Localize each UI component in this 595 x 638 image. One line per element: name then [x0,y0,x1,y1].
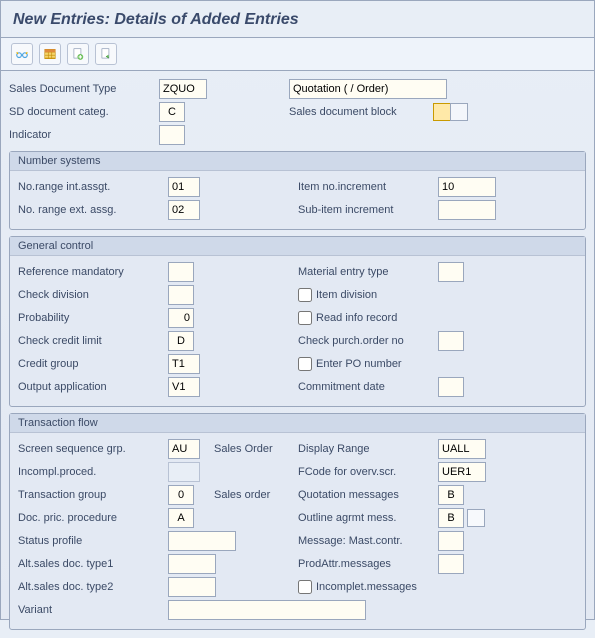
prodattr-field[interactable] [438,554,464,574]
alt2-field[interactable] [168,577,216,597]
trans-group-desc: Sales order [214,489,270,501]
enter-po-label: Enter PO number [316,358,402,370]
check-po-field[interactable] [438,331,464,351]
item-no-inc-label: Item no.increment [298,181,438,193]
doc-pric-field[interactable] [168,508,194,528]
panel-general-control-title: General control [10,237,585,256]
screen-seq-desc: Sales Order [214,443,273,455]
variant-field[interactable] [168,600,366,620]
incompl-proc-label: Incompl.proced. [18,466,168,478]
toolbar-btn-table[interactable] [39,43,61,65]
sales-doc-type-field[interactable] [159,79,207,99]
sales-doc-type-desc-field[interactable] [289,79,447,99]
msg-mastcontr-field[interactable] [438,531,464,551]
sd-doc-categ-field[interactable] [159,102,185,122]
material-entry-label: Material entry type [298,266,438,278]
output-app-label: Output application [18,381,168,393]
check-po-label: Check purch.order no [298,335,438,347]
quot-msg-label: Quotation messages [298,489,438,501]
fcode-field[interactable] [438,462,486,482]
material-entry-field[interactable] [438,262,464,282]
ref-mandatory-label: Reference mandatory [18,266,168,278]
fcode-label: FCode for overv.scr. [298,466,438,478]
incomplet-msg-checkbox[interactable]: Incomplet.messages [298,580,417,594]
f4-icon [433,103,451,121]
indicator-label: Indicator [9,129,159,141]
outline-msg-label: Outline agrmt mess. [298,512,438,524]
check-credit-label: Check credit limit [18,335,168,347]
enter-po-input[interactable] [298,357,312,371]
check-credit-field[interactable] [168,331,194,351]
no-range-int-field[interactable] [168,177,200,197]
doc-pric-label: Doc. pric. procedure [18,512,168,524]
item-no-inc-field[interactable] [438,177,496,197]
check-division-field[interactable] [168,285,194,305]
sales-doc-type-label: Sales Document Type [9,83,159,95]
panel-number-systems-title: Number systems [10,152,585,171]
sub-item-inc-field[interactable] [438,200,496,220]
content-area: Sales Document Type SD document categ. S… [1,71,594,638]
indicator-field[interactable] [159,125,185,145]
sd-doc-categ-label: SD document categ. [9,106,159,118]
table-icon [43,47,57,61]
incomplet-msg-label: Incomplet.messages [316,581,417,593]
incompl-proc-field [168,462,200,482]
toolbar [1,37,594,71]
ref-mandatory-field[interactable] [168,262,194,282]
msg-mastcontr-label: Message: Mast.contr. [298,535,438,547]
probability-field[interactable] [168,308,194,328]
outline-msg-aux-button[interactable] [467,509,485,527]
commit-date-field[interactable] [438,377,464,397]
alt1-label: Alt.sales doc. type1 [18,558,168,570]
page-plus-icon [71,47,85,61]
read-info-rec-checkbox[interactable]: Read info record [298,311,397,325]
item-division-label: Item division [316,289,377,301]
enter-po-checkbox[interactable]: Enter PO number [298,357,402,371]
app-window: New Entries: Details of Added Entries [0,0,595,620]
panel-transaction-flow-title: Transaction flow [10,414,585,433]
display-range-field[interactable] [438,439,486,459]
toolbar-btn-page-arrow[interactable] [95,43,117,65]
trans-group-field[interactable] [168,485,194,505]
read-info-rec-label: Read info record [316,312,397,324]
status-profile-label: Status profile [18,535,168,547]
sales-doc-block-f4[interactable] [433,103,468,121]
no-range-ext-label: No. range ext. assg. [18,204,168,216]
alt1-field[interactable] [168,554,216,574]
outline-msg-field[interactable] [438,508,464,528]
status-profile-field[interactable] [168,531,236,551]
prodattr-label: ProdAttr.messages [298,558,438,570]
page-title: New Entries: Details of Added Entries [1,1,594,37]
display-range-label: Display Range [298,443,438,455]
sales-doc-block-label: Sales document block [289,106,429,118]
read-info-rec-input[interactable] [298,311,312,325]
credit-group-label: Credit group [18,358,168,370]
screen-seq-field[interactable] [168,439,200,459]
screen-seq-label: Screen sequence grp. [18,443,168,455]
probability-label: Probability [18,312,168,324]
no-range-ext-field[interactable] [168,200,200,220]
panel-number-systems: Number systems No.range int.assgt. Item … [9,151,586,230]
panel-transaction-flow: Transaction flow Screen sequence grp. Sa… [9,413,586,630]
variant-label: Variant [18,604,168,616]
trans-group-label: Transaction group [18,489,168,501]
check-division-label: Check division [18,289,168,301]
incomplet-msg-input[interactable] [298,580,312,594]
f4-help-icon [450,103,468,121]
quot-msg-field[interactable] [438,485,464,505]
no-range-int-label: No.range int.assgt. [18,181,168,193]
panel-general-control: General control Reference mandatory Mate… [9,236,586,407]
sub-item-inc-label: Sub-item increment [298,204,438,216]
toolbar-btn-glasses[interactable] [11,43,33,65]
toolbar-btn-page-plus[interactable] [67,43,89,65]
glasses-icon [15,47,29,61]
item-division-checkbox[interactable]: Item division [298,288,377,302]
page-arrow-icon [99,47,113,61]
alt2-label: Alt.sales doc. type2 [18,581,168,593]
item-division-input[interactable] [298,288,312,302]
output-app-field[interactable] [168,377,200,397]
commit-date-label: Commitment date [298,381,438,393]
credit-group-field[interactable] [168,354,200,374]
